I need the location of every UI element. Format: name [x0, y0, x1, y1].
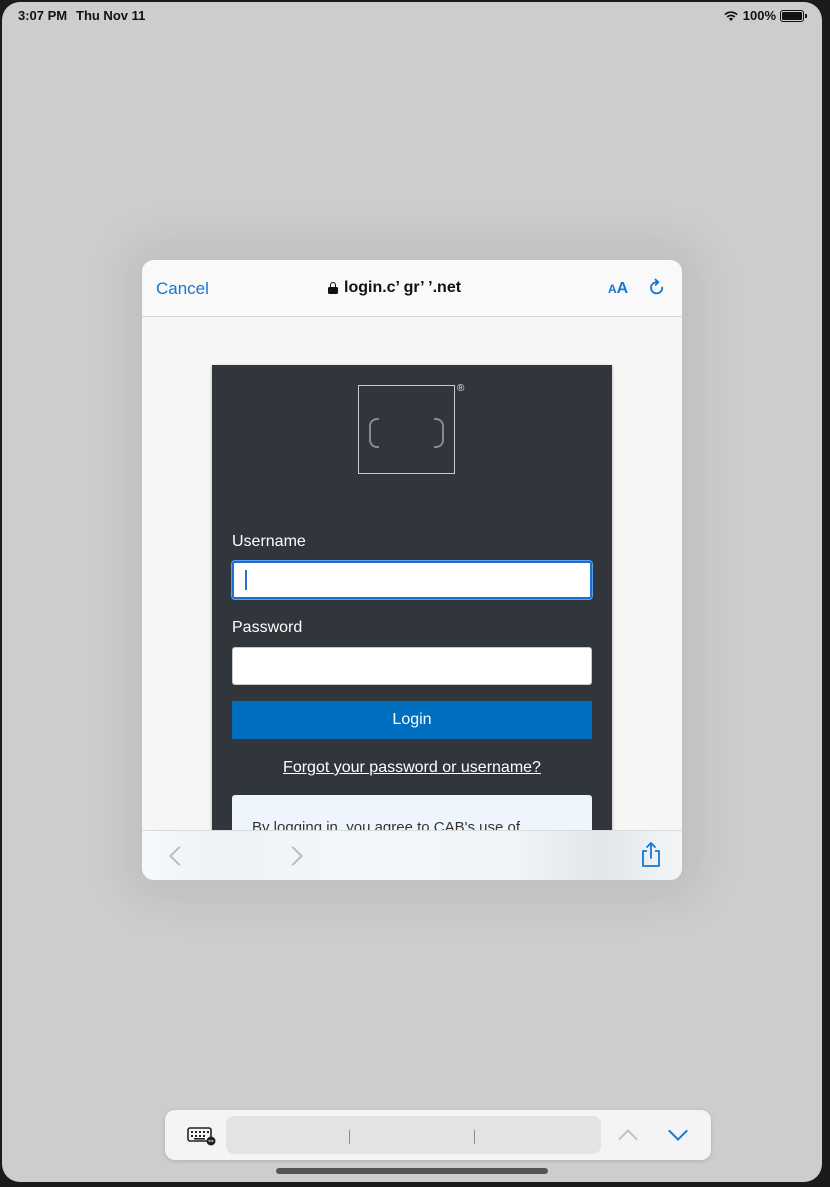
home-indicator: [276, 1168, 548, 1174]
keyboard-accessory-bar: [165, 1110, 711, 1160]
chevron-up-icon[interactable]: [618, 1129, 638, 1149]
chevron-down-icon[interactable]: [668, 1121, 688, 1141]
safari-view-controller: Cancel login.c’ gr’ ’.net AA ® Username: [142, 260, 682, 880]
login-button[interactable]: Login: [232, 701, 592, 739]
username-label: Username: [232, 533, 306, 550]
chevron-left-icon[interactable]: [169, 846, 189, 866]
password-label: Password: [232, 619, 303, 636]
logo-glyph-right: [434, 418, 444, 448]
safari-nav-bar: Cancel login.c’ gr’ ’.net AA: [142, 260, 682, 317]
registered-mark: ®: [457, 383, 465, 394]
username-input[interactable]: [232, 561, 592, 599]
reload-icon[interactable]: [648, 278, 666, 298]
battery-icon: [780, 9, 807, 22]
suggestion-separator: [349, 1130, 350, 1144]
keyboard-icon[interactable]: [187, 1126, 217, 1146]
cancel-button[interactable]: Cancel: [156, 279, 209, 299]
address-bar[interactable]: login.c’ gr’ ’.net: [328, 279, 461, 297]
text-caret: [245, 570, 247, 590]
login-card: ® Username Password Login Forgot your pa…: [212, 365, 612, 830]
suggestion-separator: [474, 1130, 475, 1144]
consent-notice: By logging in, you agree to CAB's use of: [232, 795, 592, 830]
brand-logo: [358, 385, 455, 474]
status-right: 100%: [723, 8, 807, 23]
forgot-credentials-link[interactable]: Forgot your password or username?: [212, 759, 612, 777]
wifi-icon: [724, 10, 738, 21]
url-text: login.c’ gr’ ’.net: [344, 279, 462, 296]
web-content: ® Username Password Login Forgot your pa…: [142, 317, 682, 830]
status-bar: 3:07 PM Thu Nov 11 100%: [2, 2, 822, 28]
autofill-suggestion-bar[interactable]: [226, 1116, 601, 1154]
password-input[interactable]: [232, 647, 592, 685]
text-size-small-a: A: [608, 282, 617, 296]
logo-glyph-left: [369, 418, 379, 448]
status-date: Thu Nov 11: [76, 8, 146, 23]
lock-icon: [328, 282, 338, 294]
status-time: 3:07 PM: [18, 8, 68, 23]
share-icon[interactable]: [640, 841, 662, 869]
battery-percent: 100%: [742, 8, 776, 23]
text-size-button[interactable]: AA: [608, 280, 628, 298]
text-size-large-a: A: [616, 280, 629, 297]
safari-bottom-toolbar: [142, 830, 682, 880]
consent-text: By logging in, you agree to CAB's use of: [252, 819, 521, 830]
ipad-screen: 3:07 PM Thu Nov 11 100% Cancel login.c’ …: [2, 2, 822, 1182]
chevron-right-icon[interactable]: [283, 846, 303, 866]
